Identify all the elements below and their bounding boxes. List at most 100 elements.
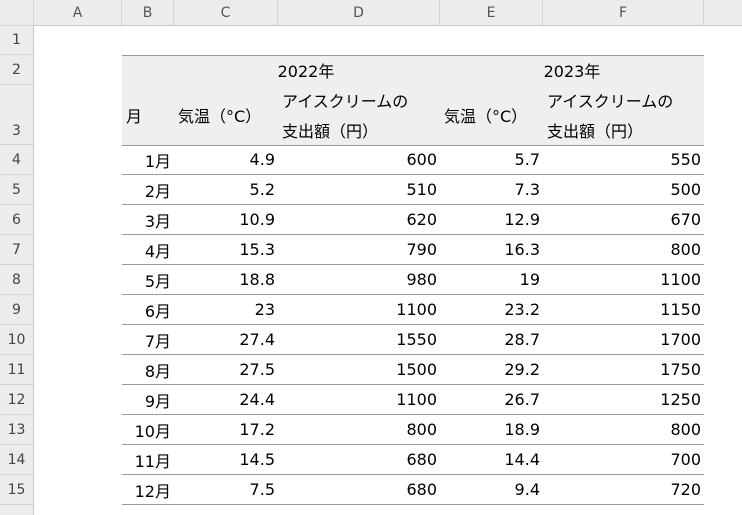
column-header-d[interactable]: D [278,0,440,26]
ice-2022-header-line2[interactable]: 支出額（円） [278,115,440,145]
temp-2023-header[interactable]: 気温（°C） [440,100,543,130]
temp-2022-cell[interactable]: 7.5 [174,475,278,504]
temp-2023-cell[interactable]: 12.9 [440,205,543,234]
ice-2022-cell[interactable]: 510 [278,175,440,204]
temp-2023-cell[interactable]: 7.3 [440,175,543,204]
ice-2022-cell[interactable]: 680 [278,445,440,474]
month-cell[interactable]: 6月 [122,295,174,324]
month-cell[interactable]: 4月 [122,235,174,264]
ice-2023-cell[interactable]: 1150 [543,295,704,324]
temp-2023-cell[interactable]: 28.7 [440,325,543,354]
ice-2023-header-line2[interactable]: 支出額（円） [543,115,704,145]
temp-2022-cell[interactable]: 17.2 [174,415,278,444]
row-header-12[interactable]: 12 [0,385,34,415]
table-row: 3月 10.9 620 12.9 670 [122,205,704,235]
ice-2022-header-line1[interactable]: アイスクリームの [278,85,440,115]
column-header-c[interactable]: C [174,0,278,26]
month-cell[interactable]: 8月 [122,355,174,384]
table-row: 2月 5.2 510 7.3 500 [122,175,704,205]
row-header-11[interactable]: 11 [0,355,34,385]
table-row: 5月 18.8 980 19 1100 [122,265,704,295]
temp-2023-cell[interactable]: 16.3 [440,235,543,264]
ice-2023-cell[interactable]: 1250 [543,385,704,414]
row-rule [122,504,704,505]
ice-2023-cell[interactable]: 720 [543,475,704,504]
ice-2022-cell[interactable]: 980 [278,265,440,294]
month-header[interactable]: 月 [122,100,174,130]
ice-2023-cell[interactable]: 1700 [543,325,704,354]
temp-2022-cell[interactable]: 4.9 [174,145,278,174]
month-cell[interactable]: 10月 [122,415,174,444]
table-row: 9月 24.4 1100 26.7 1250 [122,385,704,415]
temp-2023-cell[interactable]: 26.7 [440,385,543,414]
row-header-7[interactable]: 7 [0,235,34,265]
ice-2022-cell[interactable]: 790 [278,235,440,264]
temp-2023-cell[interactable]: 23.2 [440,295,543,324]
row-header-3[interactable]: 3 [0,85,34,145]
ice-2023-cell[interactable]: 670 [543,205,704,234]
temp-2022-cell[interactable]: 15.3 [174,235,278,264]
row-header-5[interactable]: 5 [0,175,34,205]
ice-2023-cell[interactable]: 500 [543,175,704,204]
ice-2022-cell[interactable]: 1100 [278,295,440,324]
row-header-8[interactable]: 8 [0,265,34,295]
column-header-a[interactable]: A [34,0,122,26]
row-header-13[interactable]: 13 [0,415,34,445]
month-cell[interactable]: 11月 [122,445,174,474]
select-all-corner[interactable] [0,0,34,26]
temp-2023-cell[interactable]: 14.4 [440,445,543,474]
temp-2023-cell[interactable]: 29.2 [440,355,543,384]
column-header-f[interactable]: F [543,0,704,26]
ice-2023-cell[interactable]: 1750 [543,355,704,384]
month-cell[interactable]: 9月 [122,385,174,414]
temp-2023-cell[interactable]: 19 [440,265,543,294]
temp-2022-cell[interactable]: 10.9 [174,205,278,234]
ice-2022-cell[interactable]: 600 [278,145,440,174]
row-header-overflow [0,505,34,515]
row-header-10[interactable]: 10 [0,325,34,355]
row-header-1[interactable]: 1 [0,26,34,55]
ice-2022-cell[interactable]: 1500 [278,355,440,384]
row-header-9[interactable]: 9 [0,295,34,325]
temp-2022-cell[interactable]: 23 [174,295,278,324]
temp-2022-cell[interactable]: 5.2 [174,175,278,204]
column-header-overflow[interactable] [704,0,742,26]
ice-2023-cell[interactable]: 1100 [543,265,704,294]
temp-2022-cell[interactable]: 18.8 [174,265,278,294]
year-2022-header[interactable]: 2022年 [174,55,438,85]
month-cell[interactable]: 1月 [122,145,174,174]
year-2023-header[interactable]: 2023年 [440,55,704,85]
temp-2022-cell[interactable]: 14.5 [174,445,278,474]
month-cell[interactable]: 5月 [122,265,174,294]
row-header-6[interactable]: 6 [0,205,34,235]
column-header-b[interactable]: B [122,0,174,26]
ice-2022-cell[interactable]: 620 [278,205,440,234]
month-cell[interactable]: 7月 [122,325,174,354]
ice-2022-cell[interactable]: 800 [278,415,440,444]
ice-2022-cell[interactable]: 1550 [278,325,440,354]
ice-2022-cell[interactable]: 1100 [278,385,440,414]
temp-2022-cell[interactable]: 27.4 [174,325,278,354]
row-header-14[interactable]: 14 [0,445,34,475]
table-row: 10月 17.2 800 18.9 800 [122,415,704,445]
temp-2022-header[interactable]: 気温（°C） [174,100,278,130]
month-cell[interactable]: 3月 [122,205,174,234]
row-header-2[interactable]: 2 [0,55,34,85]
column-header-e[interactable]: E [440,0,543,26]
month-cell[interactable]: 12月 [122,475,174,504]
temp-2022-cell[interactable]: 27.5 [174,355,278,384]
table-row: 12月 7.5 680 9.4 720 [122,475,704,505]
row-header-4[interactable]: 4 [0,145,34,175]
ice-2023-cell[interactable]: 800 [543,415,704,444]
row-header-15[interactable]: 15 [0,475,34,505]
ice-2023-cell[interactable]: 800 [543,235,704,264]
temp-2023-cell[interactable]: 9.4 [440,475,543,504]
ice-2022-cell[interactable]: 680 [278,475,440,504]
temp-2023-cell[interactable]: 5.7 [440,145,543,174]
month-cell[interactable]: 2月 [122,175,174,204]
temp-2022-cell[interactable]: 24.4 [174,385,278,414]
ice-2023-header-line1[interactable]: アイスクリームの [543,85,704,115]
ice-2023-cell[interactable]: 550 [543,145,704,174]
ice-2023-cell[interactable]: 700 [543,445,704,474]
temp-2023-cell[interactable]: 18.9 [440,415,543,444]
